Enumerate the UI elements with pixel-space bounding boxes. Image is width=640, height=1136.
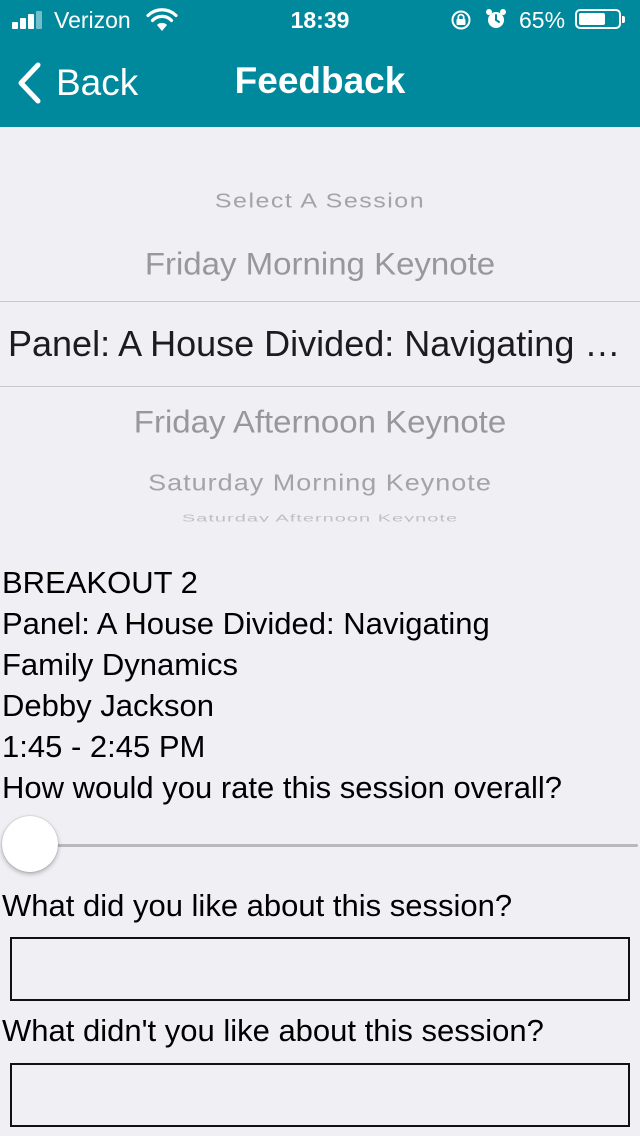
picker-selection-bottom-line (0, 386, 640, 387)
battery-percent: 65% (519, 7, 566, 33)
session-title-line1: Panel: A House Divided: Navigating (2, 606, 490, 641)
session-type: BREAKOUT 2 (2, 565, 198, 600)
nav-bar: Back Feedback (0, 40, 640, 127)
liked-question-label: What did you like about this session? (2, 888, 513, 923)
session-speaker: Debby Jackson (2, 688, 214, 723)
page-title: Feedback (234, 60, 406, 101)
disliked-question-label: What didn't you like about this session? (2, 1013, 544, 1048)
picker-option-selected[interactable]: Panel: A House Divided: Navigating Famil… (0, 323, 636, 365)
picker-option[interactable]: Friday Morning Keynote (0, 246, 640, 282)
disliked-input[interactable] (10, 1063, 630, 1127)
slider-track[interactable] (32, 844, 638, 847)
picker-option[interactable]: Select A Session (0, 190, 640, 214)
session-picker[interactable]: Select A Session Friday Morning Keynote … (0, 127, 640, 522)
battery-icon (575, 9, 625, 29)
slider-thumb[interactable] (2, 816, 58, 872)
picker-option[interactable]: Saturday Morning Keynote (0, 470, 640, 496)
session-details: BREAKOUT 2 Panel: A House Divided: Navig… (2, 562, 638, 808)
orientation-lock-icon (451, 10, 471, 30)
alarm-icon (486, 9, 506, 28)
liked-input[interactable] (10, 937, 630, 1001)
rating-question: How would you rate this session overall? (2, 770, 562, 805)
picker-selection-top-line (0, 301, 640, 302)
session-title-line2: Family Dynamics (2, 647, 238, 682)
session-time: 1:45 - 2:45 PM (2, 729, 206, 764)
picker-option[interactable]: Saturday Afternoon Keynote (0, 513, 640, 522)
picker-option[interactable]: Friday Afternoon Keynote (0, 404, 640, 440)
top-bar: Verizon 18:39 65% Back Feedback (0, 0, 640, 127)
status-bar: Verizon 18:39 65% (0, 0, 640, 40)
rating-slider[interactable] (2, 815, 638, 873)
